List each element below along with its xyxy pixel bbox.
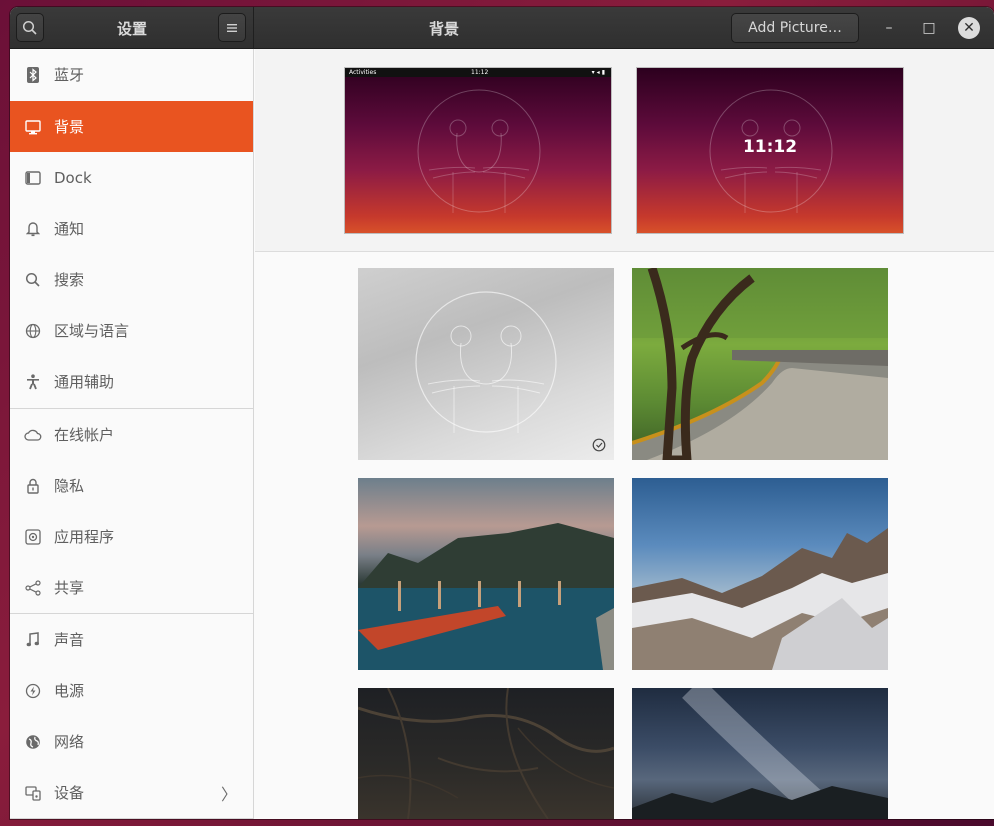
- sidebar-item-network[interactable]: 网络: [10, 716, 253, 767]
- globe-icon: [24, 322, 42, 340]
- network-icon: [24, 733, 42, 751]
- desktop-preview[interactable]: Activities 11:12 ▾◂▮: [344, 67, 612, 234]
- preview-area: Activities 11:12 ▾◂▮ 11:12: [255, 49, 994, 252]
- ubuntu-mascot-art: [415, 291, 557, 433]
- sidebar-item-region[interactable]: 区域与语言: [10, 305, 253, 356]
- sidebar-item-devices[interactable]: 设备 〉: [10, 767, 253, 818]
- wallpaper-thumbnail[interactable]: [632, 268, 888, 460]
- background-panel: Activities 11:12 ▾◂▮ 11:12: [255, 49, 994, 819]
- sidebar-item-power[interactable]: 电源: [10, 665, 253, 716]
- sidebar-item-label: 网络: [54, 733, 85, 751]
- wallpaper-thumbnail[interactable]: [632, 688, 888, 819]
- wallpaper-thumbnail[interactable]: [358, 688, 614, 819]
- sidebar-item-label: 共享: [54, 579, 85, 597]
- minimize-button[interactable]: –: [878, 17, 900, 39]
- sidebar-item-label: 声音: [54, 631, 85, 649]
- sidebar-item-label: 通知: [54, 220, 85, 238]
- sidebar-item-label: 应用程序: [54, 528, 115, 546]
- ubuntu-mascot-art: [417, 89, 541, 213]
- sidebar-item-background[interactable]: 背景: [10, 101, 253, 152]
- sidebar-item-label: 在线帐户: [54, 426, 115, 444]
- chevron-right-icon: 〉: [220, 784, 237, 804]
- lake-boat-art: [358, 523, 614, 670]
- sidebar-item-label: 隐私: [54, 477, 85, 495]
- sidebar-item-online-accounts[interactable]: 在线帐户: [10, 409, 253, 460]
- sidebar-header: 设置: [10, 7, 254, 49]
- sidebar-item-label: 区域与语言: [54, 322, 130, 340]
- bluetooth-icon: [24, 66, 42, 84]
- mountain-art: [632, 528, 888, 670]
- sidebar-item-label: 蓝牙: [54, 66, 85, 84]
- sidebar-item-sharing[interactable]: 共享: [10, 562, 253, 613]
- wallpaper-thumbnail[interactable]: [358, 478, 614, 670]
- sidebar-item-label: 搜索: [54, 271, 85, 289]
- sidebar-item-label: Dock: [54, 168, 92, 187]
- lock-screen-clock: 11:12: [742, 136, 798, 157]
- settings-window: 设置 背景 Add Picture… – □ ✕ 蓝牙 背景 Dock 通知 搜…: [10, 7, 994, 819]
- sidebar-separator: [10, 818, 253, 819]
- power-icon: [24, 682, 42, 700]
- hamburger-icon: [227, 23, 237, 32]
- sidebar-item-dock[interactable]: Dock: [10, 152, 253, 203]
- sidebar-item-bluetooth[interactable]: 蓝牙: [10, 49, 253, 100]
- sidebar-item-label: 电源: [54, 682, 85, 700]
- add-picture-button[interactable]: Add Picture…: [731, 13, 859, 43]
- background-icon: [24, 118, 42, 136]
- music-icon: [24, 631, 42, 649]
- tree-branches-art: [358, 688, 614, 819]
- sidebar-item-privacy[interactable]: 隐私: [10, 460, 253, 511]
- sidebar-item-label: 设备: [54, 784, 85, 802]
- bell-icon: [24, 220, 42, 238]
- sidebar: 蓝牙 背景 Dock 通知 搜索 区域与语言 通用辅助 在线帐户 隐私 应用程序…: [10, 49, 254, 819]
- apps-icon: [24, 528, 42, 546]
- maximize-button[interactable]: □: [918, 17, 940, 39]
- lock-icon: [24, 477, 42, 495]
- page-title: 背景: [428, 19, 459, 38]
- close-button[interactable]: ✕: [958, 17, 980, 39]
- search-icon: [22, 20, 37, 35]
- cloud-icon: [24, 426, 42, 444]
- header-bar: 设置 背景 Add Picture… – □ ✕: [10, 7, 994, 49]
- sidebar-item-notifications[interactable]: 通知: [10, 203, 253, 254]
- milky-way-art: [632, 688, 888, 819]
- search-icon: [24, 271, 42, 289]
- slideshow-icon: [592, 438, 606, 452]
- lock-screen-preview[interactable]: 11:12: [636, 67, 904, 234]
- dock-icon: [24, 169, 42, 187]
- great-wall-art: [632, 268, 888, 460]
- wallpaper-thumbnail[interactable]: [358, 268, 614, 460]
- sidebar-item-applications[interactable]: 应用程序: [10, 511, 253, 562]
- wallpaper-thumbnail[interactable]: [632, 478, 888, 670]
- menu-button[interactable]: [218, 13, 246, 42]
- sidebar-item-search[interactable]: 搜索: [10, 254, 253, 305]
- sidebar-title: 设置: [116, 19, 147, 38]
- search-button[interactable]: [16, 13, 44, 42]
- sidebar-item-sound[interactable]: 声音: [10, 614, 253, 665]
- sidebar-item-label: 通用辅助: [54, 373, 115, 391]
- sidebar-item-label: 背景: [54, 118, 85, 136]
- accessibility-icon: [24, 373, 42, 391]
- share-icon: [24, 579, 42, 597]
- devices-icon: [24, 784, 42, 802]
- sidebar-item-accessibility[interactable]: 通用辅助: [10, 356, 253, 407]
